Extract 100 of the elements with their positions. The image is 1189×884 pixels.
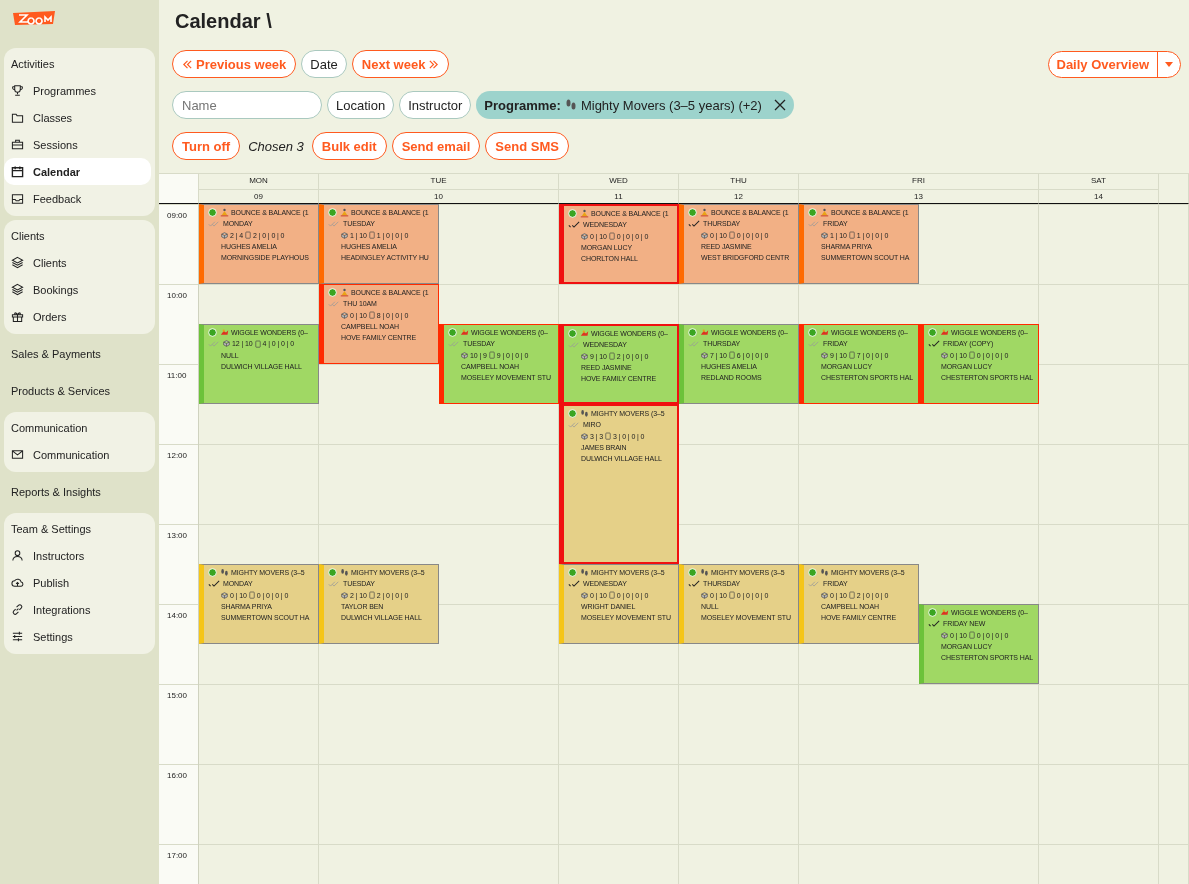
day-date: 13 — [799, 189, 1038, 201]
sidebar-item[interactable]: Bookings — [4, 276, 151, 303]
status-dot-icon — [808, 568, 817, 578]
cube-icon — [223, 340, 230, 348]
status-dot-icon — [688, 208, 697, 218]
clipboard-icon — [968, 631, 975, 640]
cube-icon — [821, 351, 828, 359]
cube-icon — [701, 231, 708, 239]
day-date: 11 — [559, 189, 678, 201]
time-label: 12:00 — [167, 451, 188, 460]
cube-icon — [701, 591, 708, 599]
time-label: 14:00 — [167, 611, 188, 620]
trophy-icon — [11, 84, 24, 97]
status-dot-icon — [568, 329, 577, 339]
status-dot-icon — [568, 568, 577, 578]
clipboard-icon — [848, 351, 855, 360]
sidebar-item[interactable]: Instructors — [4, 542, 151, 569]
instructor-filter-button[interactable]: Instructor — [399, 91, 472, 119]
bird-icon — [700, 328, 709, 338]
day-name: SAT — [1090, 176, 1107, 185]
time-label: 09:00 — [167, 211, 188, 220]
chosen-count: Chosen 3 — [247, 138, 305, 154]
bird-icon — [460, 328, 469, 338]
cube-icon — [581, 232, 588, 240]
clipboard-icon — [488, 351, 495, 360]
footprints-icon — [340, 568, 349, 578]
status-dot-icon — [928, 608, 937, 618]
clipboard-icon — [728, 591, 735, 600]
cube-icon — [221, 231, 228, 239]
bird-icon — [820, 328, 829, 338]
clipboard-icon — [848, 591, 855, 600]
close-icon[interactable] — [773, 99, 786, 111]
calendar-icon — [11, 165, 24, 178]
day-name: WED — [608, 176, 629, 185]
location-filter-button[interactable]: Location — [327, 91, 395, 119]
sidebar-section-title: Sales & Payments — [10, 347, 102, 362]
sidebar-section-title: Activities — [10, 57, 56, 72]
sidebar-item[interactable]: Calendar — [4, 158, 151, 185]
clipboard-icon — [368, 591, 375, 600]
footprints-icon — [220, 568, 229, 578]
day-name: TUE — [429, 176, 448, 185]
sidebar-item[interactable]: Orders — [4, 303, 151, 330]
clipboard-icon — [848, 231, 855, 240]
sidebar-item[interactable]: Clients — [4, 249, 151, 276]
briefcase-icon — [11, 138, 24, 151]
clipboard-icon — [608, 352, 615, 361]
day-date: 09 — [199, 189, 318, 201]
status-dot-icon — [328, 568, 337, 578]
time-label: 15:00 — [167, 691, 188, 700]
caret-icon — [1165, 61, 1173, 67]
gift-icon — [11, 310, 24, 323]
status-dot-icon — [928, 328, 937, 338]
folder-icon — [11, 111, 24, 124]
cloud-icon — [11, 576, 24, 589]
mail-icon — [11, 448, 24, 461]
chip-value: Mighty Movers (3–5 years) (+2) — [580, 97, 762, 113]
clipboard-icon — [968, 351, 975, 360]
status-dot-icon — [568, 209, 577, 219]
clipboard-icon — [248, 591, 255, 600]
sidebar-item[interactable]: Programmes — [4, 77, 151, 104]
clipboard-icon — [368, 311, 375, 320]
sidebar-item[interactable]: Feedback — [4, 185, 151, 212]
sidebar-item[interactable]: Publish — [4, 569, 151, 596]
time-label: 11:00 — [167, 371, 187, 380]
sidebar-item[interactable]: Classes — [4, 104, 151, 131]
clipboard-icon — [245, 231, 251, 240]
logo-icon — [10, 10, 58, 26]
cube-icon — [581, 591, 588, 599]
clipboard-icon — [254, 339, 261, 348]
footprints-icon — [564, 98, 577, 112]
sidebar-item[interactable]: Sessions — [4, 131, 151, 158]
clipboard-icon — [368, 231, 375, 240]
day-name: FRI — [911, 176, 926, 185]
chip-label: Programme: — [484, 97, 561, 113]
figure-icon — [820, 208, 829, 218]
bird-icon — [940, 328, 949, 338]
sidebar-item[interactable]: Integrations — [4, 596, 151, 623]
cube-icon — [821, 591, 828, 599]
sidebar-section-title: Team & Settings — [10, 522, 93, 537]
bird-icon — [580, 329, 589, 339]
sidebar-section-title: Clients — [10, 229, 46, 244]
day-name: THU — [729, 176, 748, 185]
sidebar-item[interactable]: Settings — [4, 623, 151, 650]
time-label: 16:00 — [167, 771, 188, 780]
layers-icon — [11, 256, 24, 269]
figure-icon — [700, 208, 709, 218]
cube-icon — [701, 351, 708, 359]
clipboard-icon — [728, 351, 735, 360]
sidebar-section-title: Communication — [10, 421, 89, 436]
sidebar-item[interactable]: Communication — [4, 441, 151, 468]
cube-icon — [341, 231, 348, 239]
time-label: 17:00 — [167, 851, 188, 860]
clipboard-icon — [728, 231, 735, 240]
cube-icon — [941, 631, 948, 639]
date-button[interactable]: Date — [301, 50, 347, 78]
name-field[interactable]: Name — [172, 91, 322, 119]
footprints-icon — [700, 568, 709, 578]
cube-icon — [581, 432, 588, 440]
footprints-icon — [820, 568, 829, 578]
cube-icon — [341, 311, 348, 319]
